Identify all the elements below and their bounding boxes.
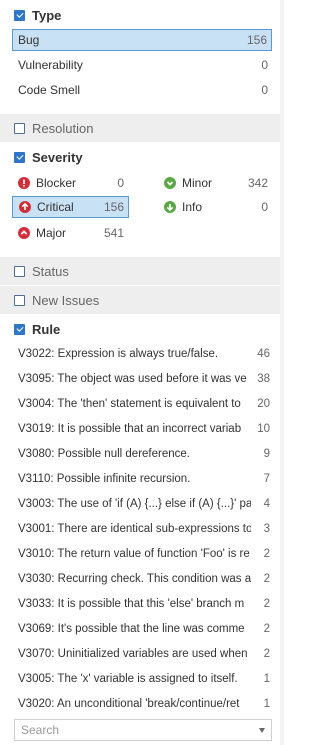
type-item-count: 156	[246, 33, 267, 47]
rule-item-count: 3	[263, 523, 270, 536]
type-item-count: 0	[261, 58, 268, 72]
severity-blocker[interactable]: Blocker 0	[18, 172, 128, 194]
rule-item-label: V3069: It's possible that the line was c…	[18, 623, 245, 636]
severity-info-count: 0	[261, 200, 268, 214]
rule-item-label: V3022: Expression is always true/false.	[18, 348, 219, 361]
status-section-header[interactable]: Status	[0, 257, 280, 285]
scrollbar[interactable]	[280, 0, 284, 745]
severity-checkbox[interactable]	[14, 151, 25, 163]
type-item-count: 0	[261, 83, 268, 97]
info-icon	[164, 201, 176, 213]
rule-item[interactable]: V3022: Expression is always true/false. 4…	[12, 342, 272, 367]
minor-icon	[164, 177, 176, 189]
rule-search-select[interactable]	[14, 719, 272, 741]
rule-item[interactable]: V3004: The 'then' statement is equivalen…	[12, 392, 272, 417]
status-section-title: Status	[32, 263, 69, 279]
rule-item-count: 1	[263, 673, 270, 686]
resolution-section-title: Resolution	[32, 120, 94, 136]
rule-item-label: V3110: Possible infinite recursion.	[18, 473, 191, 486]
resolution-section-header[interactable]: Resolution	[0, 114, 280, 142]
type-item-bug[interactable]: Bug 156	[12, 29, 272, 51]
status-checkbox[interactable]	[14, 265, 25, 277]
severity-critical-label: Critical	[37, 200, 74, 214]
rule-item[interactable]: V3001: There are identical sub-expressio…	[12, 517, 272, 542]
rule-item[interactable]: V3005: The 'x' variable is assigned to i…	[12, 667, 272, 692]
resolution-checkbox[interactable]	[14, 122, 25, 134]
rule-item-label: V3005: The 'x' variable is assigned to i…	[18, 673, 238, 686]
rule-checkbox[interactable]	[14, 323, 25, 335]
type-item-code-smell[interactable]: Code Smell 0	[12, 79, 272, 101]
type-item-label: Vulnerability	[18, 58, 83, 72]
rule-item-count: 10	[257, 423, 270, 436]
severity-info-label: Info	[182, 200, 203, 214]
severity-major[interactable]: Major 541	[18, 222, 128, 244]
rule-item-label: V3020: An unconditional 'break/continue/…	[18, 698, 240, 711]
rule-item-label: V3033: It is possible that this 'else' b…	[18, 598, 245, 611]
rule-item-count: 4	[263, 498, 270, 511]
rule-section-title: Rule	[32, 321, 61, 337]
rule-item[interactable]: V3080: Possible null dereference. 9	[12, 442, 272, 467]
severity-critical[interactable]: Critical 156	[12, 196, 129, 218]
rule-item-count: 2	[263, 598, 270, 611]
rule-item-label: V3030: Recurring check. This condition w…	[18, 573, 251, 586]
rule-item-label: V3004: The 'then' statement is equivalen…	[18, 398, 241, 411]
severity-major-label: Major	[36, 226, 67, 240]
rule-item[interactable]: V3030: Recurring check. This condition w…	[12, 567, 272, 592]
severity-minor-label: Minor	[182, 176, 213, 190]
rule-item-count: 9	[263, 448, 270, 461]
rule-item[interactable]: V3070: Uninitialized variables are used …	[12, 642, 272, 667]
rule-item-count: 7	[263, 473, 270, 486]
severity-minor-count: 342	[247, 176, 268, 190]
rule-item-count: 2	[263, 648, 270, 661]
major-icon	[18, 227, 30, 239]
type-checkbox[interactable]	[14, 9, 25, 21]
rule-item-count: 2	[263, 623, 270, 636]
severity-section-header[interactable]: Severity	[0, 144, 280, 170]
severity-minor[interactable]: Minor 342	[164, 172, 270, 194]
type-item-vulnerability[interactable]: Vulnerability 0	[12, 54, 272, 76]
chevron-down-icon[interactable]	[259, 727, 265, 733]
rule-item-label: V3080: Possible null dereference.	[18, 448, 190, 461]
rule-item-count: 1	[263, 698, 270, 711]
rule-section-header[interactable]: Rule	[0, 316, 280, 342]
rule-item-count: 2	[263, 548, 270, 561]
rule-item-label: V3001: There are identical sub-expressio…	[18, 523, 251, 536]
rule-item-label: V3003: The use of 'if (A) {...} else if …	[18, 498, 251, 511]
type-section-header[interactable]: Type	[0, 2, 280, 28]
rule-item[interactable]: V3003: The use of 'if (A) {...} else if …	[12, 492, 272, 517]
rule-item-count: 20	[257, 398, 270, 411]
rule-item-label: V3095: The object was used before it was…	[18, 373, 247, 386]
severity-blocker-label: Blocker	[36, 176, 77, 190]
rule-item[interactable]: V3010: The return value of function 'Foo…	[12, 542, 272, 567]
rule-item-count: 38	[257, 373, 270, 386]
rule-item[interactable]: V3095: The object was used before it was…	[12, 367, 272, 392]
search-input[interactable]	[21, 723, 259, 737]
type-section-title: Type	[32, 7, 62, 23]
rule-item-label: V3019: It is possible that an incorrect …	[18, 423, 242, 436]
rule-item[interactable]: V3019: It is possible that an incorrect …	[12, 417, 272, 442]
new-issues-section-header[interactable]: New Issues	[0, 286, 280, 314]
rule-item-count: 46	[257, 348, 270, 361]
severity-blocker-count: 0	[117, 176, 124, 190]
rule-item-label: V3010: The return value of function 'Foo…	[18, 548, 250, 561]
rule-item[interactable]: V3020: An unconditional 'break/continue/…	[12, 692, 272, 717]
rule-item[interactable]: V3110: Possible infinite recursion. 7	[12, 467, 272, 492]
severity-section-title: Severity	[32, 149, 83, 165]
new-issues-section-title: New Issues	[32, 292, 100, 308]
rule-item-label: V3070: Uninitialized variables are used …	[18, 648, 248, 661]
blocker-icon	[18, 177, 30, 189]
critical-icon	[19, 201, 31, 213]
severity-major-count: 541	[103, 226, 124, 240]
type-item-label: Code Smell	[18, 83, 81, 97]
rule-item[interactable]: V3033: It is possible that this 'else' b…	[12, 592, 272, 617]
type-item-label: Bug	[18, 33, 40, 47]
rule-item[interactable]: V3069: It's possible that the line was c…	[12, 617, 272, 642]
new-issues-checkbox[interactable]	[14, 294, 25, 306]
rule-item-count: 2	[263, 573, 270, 586]
severity-info[interactable]: Info 0	[164, 196, 270, 218]
severity-critical-count: 156	[103, 200, 124, 214]
